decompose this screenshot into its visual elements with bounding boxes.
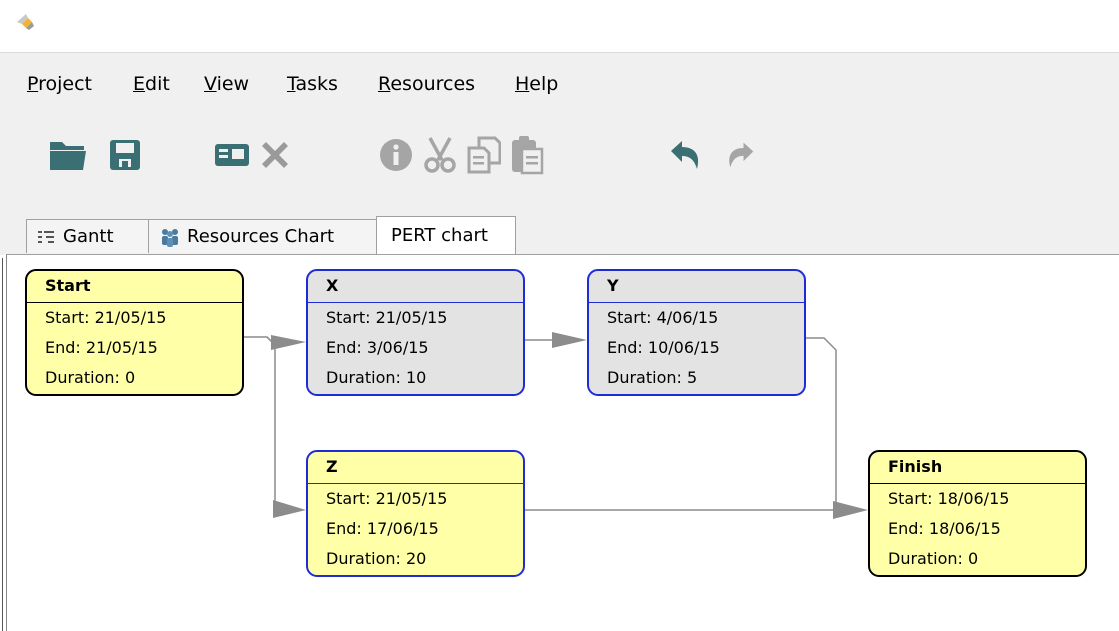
app-logo-icon xyxy=(17,14,34,30)
node-end-date: End: 17/06/15 xyxy=(326,519,439,538)
undo-icon xyxy=(671,141,699,169)
node-duration: Duration: 0 xyxy=(888,549,979,568)
menu-edit[interactable]: Edit xyxy=(133,73,170,95)
node-title: Y xyxy=(589,271,804,303)
menu-view-rest: iew xyxy=(216,73,250,95)
tab-resources-chart-label: Resources Chart xyxy=(187,226,335,247)
copy-button[interactable] xyxy=(462,133,506,177)
pert-node-z[interactable]: Z Start: 21/05/15 End: 17/06/15 Duration… xyxy=(306,450,525,577)
node-duration: Duration: 0 xyxy=(45,368,136,387)
paste-button[interactable] xyxy=(505,133,549,177)
menu-edit-rest: dit xyxy=(145,73,170,95)
undo-button[interactable] xyxy=(664,133,708,177)
save-icon xyxy=(110,140,140,170)
cut-icon xyxy=(424,137,456,173)
node-end-date: End: 18/06/15 xyxy=(888,519,1001,538)
tab-gantt[interactable]: Gantt xyxy=(26,219,150,253)
open-button[interactable] xyxy=(46,133,90,177)
menu-resources-rest: esources xyxy=(390,73,476,95)
tab-pert-chart[interactable]: PERT chart xyxy=(376,216,516,254)
node-start-date: Start: 4/06/15 xyxy=(607,308,719,327)
people-icon xyxy=(162,228,178,247)
tab-pert-chart-label: PERT chart xyxy=(391,225,488,246)
tab-gantt-label: Gantt xyxy=(63,226,114,247)
cut-button[interactable] xyxy=(418,133,462,177)
pert-node-y[interactable]: Y Start: 4/06/15 End: 10/06/15 Duration:… xyxy=(587,269,806,396)
info-icon xyxy=(380,139,412,171)
redo-button[interactable] xyxy=(718,133,762,177)
menu-project-rest: roject xyxy=(38,73,93,95)
info-button[interactable] xyxy=(374,133,418,177)
node-end-date: End: 3/06/15 xyxy=(326,338,429,357)
canvas-left-rule xyxy=(2,258,3,631)
open-folder-icon xyxy=(50,142,86,170)
menu-project[interactable]: Project xyxy=(27,73,92,95)
menu-tasks[interactable]: Tasks xyxy=(287,73,338,95)
menu-resources[interactable]: Resources xyxy=(378,73,475,95)
delete-button[interactable] xyxy=(253,133,297,177)
node-end-date: End: 10/06/15 xyxy=(607,338,720,357)
node-duration: Duration: 20 xyxy=(326,549,427,568)
pert-node-start[interactable]: Start Start: 21/05/15 End: 21/05/15 Dura… xyxy=(25,269,244,396)
properties-button[interactable] xyxy=(210,133,254,177)
pert-node-finish[interactable]: Finish Start: 18/06/15 End: 18/06/15 Dur… xyxy=(868,450,1087,577)
node-title: X xyxy=(308,271,523,303)
node-start-date: Start: 21/05/15 xyxy=(326,489,448,508)
node-end-date: End: 21/05/15 xyxy=(45,338,158,357)
properties-icon xyxy=(215,144,249,166)
node-start-date: Start: 21/05/15 xyxy=(326,308,448,327)
save-button[interactable] xyxy=(103,133,147,177)
menu-tasks-rest: asks xyxy=(295,73,338,95)
delete-icon xyxy=(262,142,288,168)
node-start-date: Start: 21/05/15 xyxy=(45,308,167,327)
node-title: Z xyxy=(308,452,523,484)
menu-help-rest: elp xyxy=(529,73,559,95)
menu-view[interactable]: View xyxy=(204,73,249,95)
toolbar xyxy=(0,103,1119,210)
pert-node-x[interactable]: X Start: 21/05/15 End: 3/06/15 Duration:… xyxy=(306,269,525,396)
node-title: Start xyxy=(27,271,242,303)
gantt-icon xyxy=(38,230,54,243)
menu-help[interactable]: Help xyxy=(515,73,558,95)
tab-resources-chart[interactable]: Resources Chart xyxy=(148,219,378,253)
redo-icon xyxy=(729,142,754,168)
node-duration: Duration: 5 xyxy=(607,368,698,387)
copy-icon xyxy=(467,136,501,174)
node-title: Finish xyxy=(870,452,1085,484)
node-start-date: Start: 18/06/15 xyxy=(888,489,1010,508)
paste-icon xyxy=(512,136,544,175)
node-duration: Duration: 10 xyxy=(326,368,427,387)
title-bar xyxy=(0,0,1119,53)
